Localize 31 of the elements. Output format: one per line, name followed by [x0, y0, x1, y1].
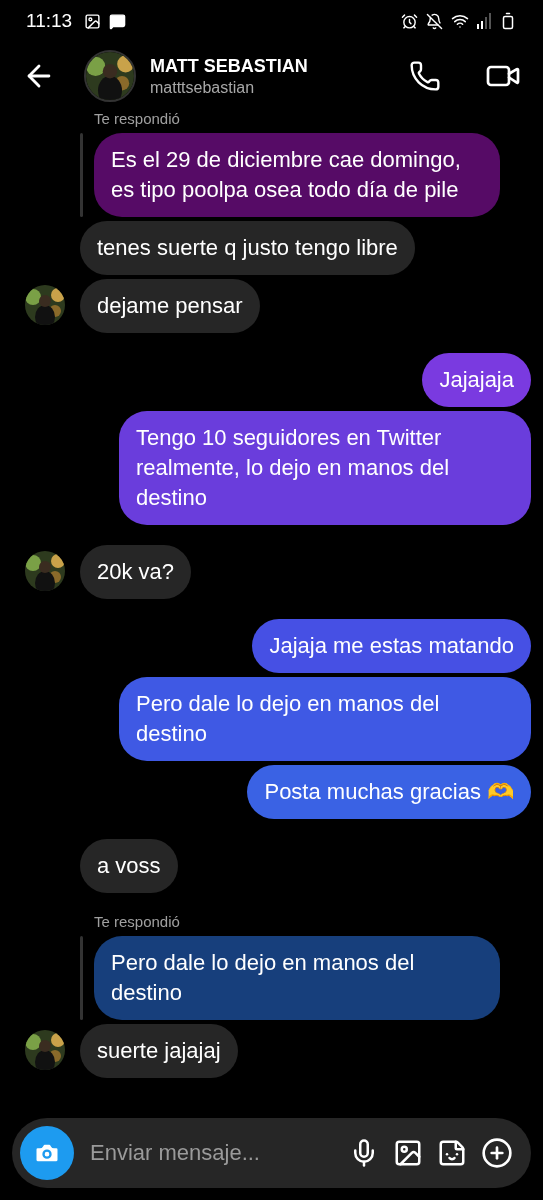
outgoing-message: Posta muchas gracias 🫶 [247, 765, 531, 819]
incoming-message: suerte jajajaj [80, 1024, 238, 1078]
message-icon [109, 12, 127, 30]
contact-username: matttsebastian [150, 78, 256, 97]
outgoing-message: Jajaja me estas matando [252, 619, 531, 673]
incoming-message: a voss [80, 839, 178, 893]
add-button[interactable] [481, 1137, 513, 1169]
quoted-message: Es el 29 de diciembre cae domingo, es tipo poolpa osea todo día de pile [94, 133, 500, 217]
avatar[interactable] [84, 50, 136, 102]
signal-icon [477, 13, 491, 29]
outgoing-message: Pero dale lo dejo en manos del destino [119, 677, 531, 761]
outgoing-message: Tengo 10 seguidores en Twitter realmente, lo dejo en manos del destino [119, 411, 531, 525]
incoming-message: 20k va? [80, 545, 192, 599]
quoted-message: Pero dale lo dejo en manos del destino [94, 936, 500, 1020]
gallery-icon [84, 12, 102, 30]
reply-label: Te respondió [94, 110, 181, 127]
wifi-icon [451, 12, 469, 30]
message-input[interactable]: Enviar mensaje... [88, 1139, 335, 1167]
camera-button[interactable] [20, 1126, 74, 1180]
alarm-icon [401, 12, 418, 30]
status-time: 11:13 [26, 10, 73, 32]
incoming-message: dejame pensar [80, 279, 260, 333]
outgoing-message: Jajajaja [422, 353, 531, 407]
sticker-button[interactable] [437, 1138, 467, 1168]
phone-button[interactable] [409, 60, 441, 92]
mute-icon [426, 12, 443, 30]
contact-name: MATT SEBASTIAN [150, 55, 309, 77]
reply-label: Te respondió [94, 913, 181, 930]
gallery-button[interactable] [393, 1138, 423, 1168]
message-composer[interactable]: Enviar mensaje... [12, 1118, 531, 1188]
incoming-message: tenes suerte q justo tengo libre [80, 221, 415, 275]
